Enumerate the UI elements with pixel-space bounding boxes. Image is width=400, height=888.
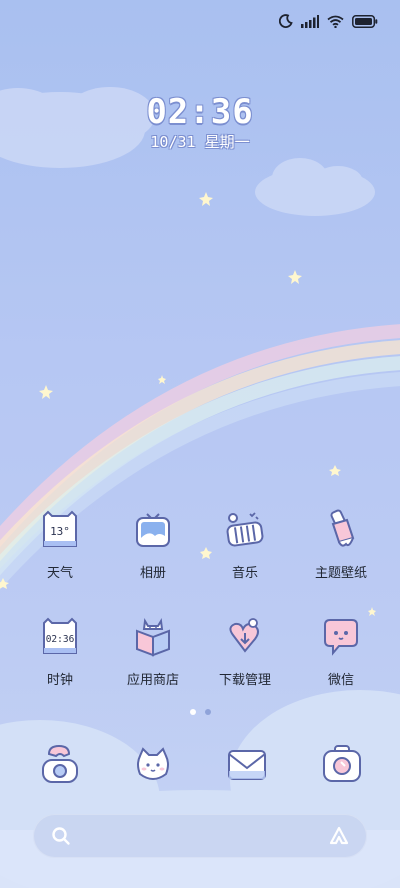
dock-phone[interactable] — [35, 740, 85, 790]
app-clock[interactable]: 02:36 时钟 — [15, 615, 105, 688]
search-icon[interactable] — [51, 826, 71, 850]
dock-camera[interactable] — [317, 740, 367, 790]
mail-icon — [228, 750, 266, 780]
app-label: 下载管理 — [218, 673, 271, 688]
app-themes[interactable]: 主题壁纸 — [296, 508, 386, 581]
page-dot-active[interactable] — [190, 709, 196, 715]
app-music[interactable]: 音乐 — [200, 508, 290, 581]
photo-frame-icon — [131, 508, 175, 552]
cat-face-icon — [137, 747, 169, 780]
app-label: 天气 — [46, 566, 73, 581]
app-weather[interactable]: 13° 天气 — [15, 508, 105, 581]
clock-date[interactable]: 10/31 星期一 — [0, 131, 400, 152]
app-label: 时钟 — [46, 673, 73, 688]
app-store[interactable]: 应用商店 — [108, 615, 198, 688]
status-bar — [279, 14, 378, 28]
app-label: 应用商店 — [126, 673, 179, 688]
weather-calendar-icon: 13° — [38, 508, 82, 552]
app-label: 主题壁纸 — [314, 566, 367, 581]
app-wechat[interactable]: 微信 — [296, 615, 386, 688]
clock-time[interactable]: 02:36 — [0, 92, 400, 132]
search-bar[interactable] — [33, 814, 367, 858]
cat-box-icon — [131, 615, 175, 659]
page-dot[interactable] — [205, 709, 211, 715]
page-indicator[interactable] — [190, 709, 211, 715]
camera-icon — [323, 745, 361, 782]
phone-icon — [42, 744, 78, 783]
dock-cat-app[interactable] — [128, 740, 178, 790]
app-label: 相册 — [139, 566, 166, 581]
svg-text:13°: 13° — [50, 525, 70, 538]
assistant-icon[interactable] — [328, 826, 350, 850]
piano-icon — [223, 508, 267, 552]
svg-text:02:36: 02:36 — [46, 634, 75, 645]
app-downloads[interactable]: 下载管理 — [200, 615, 290, 688]
wifi-icon — [327, 15, 344, 28]
app-label: 音乐 — [231, 566, 258, 581]
app-label: 微信 — [327, 673, 354, 688]
battery-icon — [352, 14, 378, 28]
clock-calendar-icon: 02:36 — [38, 615, 82, 659]
signal-icon — [301, 14, 319, 28]
heart-download-icon — [223, 615, 267, 659]
moon-icon — [279, 14, 293, 28]
paintbrush-icon — [319, 508, 363, 552]
dock-mail[interactable] — [222, 740, 272, 790]
app-gallery[interactable]: 相册 — [108, 508, 198, 581]
chat-bubble-icon — [319, 615, 363, 659]
